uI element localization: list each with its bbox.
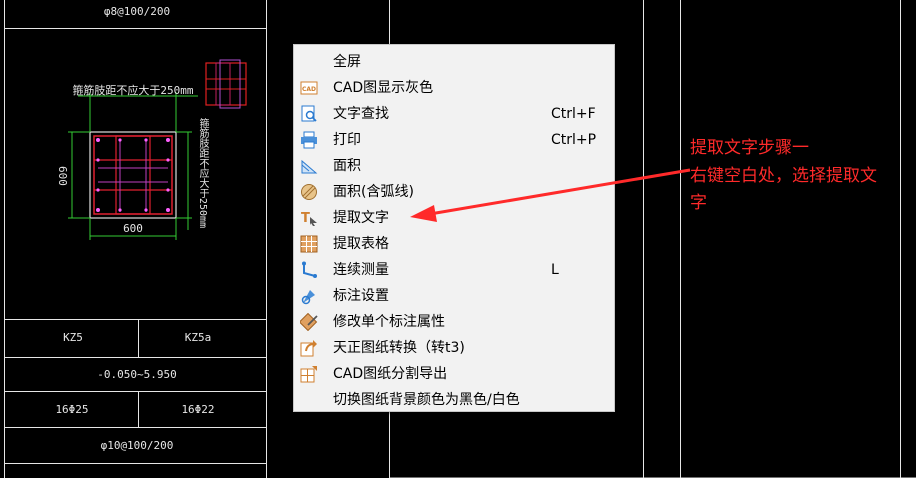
annotation-arrow-line — [429, 168, 691, 216]
annotation-arrow-layer — [410, 168, 691, 222]
annotation-text-line1: 提取文字步骤一 — [690, 138, 809, 158]
annotation-arrow-head — [410, 205, 437, 222]
annotation-text-line2: 右键空白处，选择提取文 — [690, 166, 877, 186]
annotation-text-line3: 字 — [690, 193, 707, 213]
